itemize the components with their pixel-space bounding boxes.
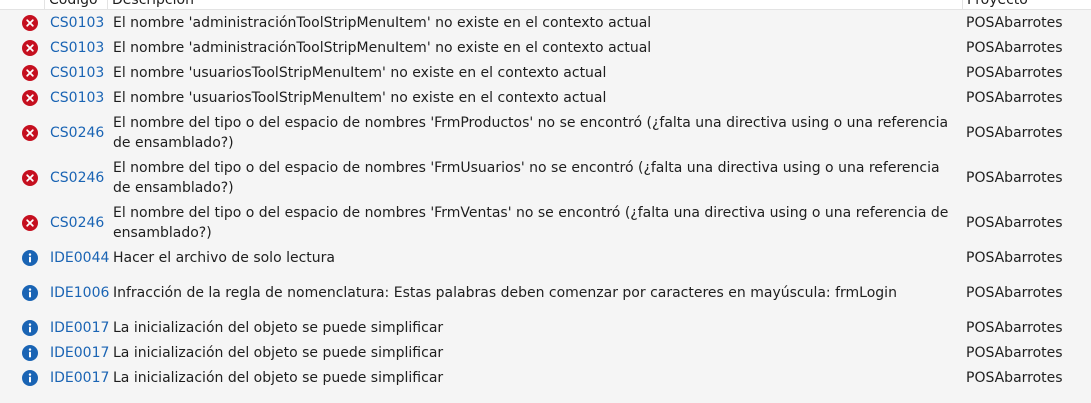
error-description: El nombre del tipo o del espacio de nomb… [113,159,940,196]
project-name: POSAbarrotes [966,89,1063,106]
error-code-link[interactable]: CS0246 [50,214,104,232]
project-name: POSAbarrotes [966,64,1063,81]
table-row[interactable]: CS0246 El nombre del tipo o del espacio d… [0,200,1091,245]
table-row[interactable]: CS0246 El nombre del tipo o del espacio d… [0,155,1091,200]
error-rows: CS0103 El nombre 'administraciónToolStrip… [0,10,1091,390]
error-description: El nombre del tipo o del espacio de nomb… [113,204,949,241]
error-description: El nombre del tipo o del espacio de nomb… [113,114,949,151]
project-name: POSAbarrotes [966,249,1063,266]
project-name: POSAbarrotes [966,284,1063,301]
info-icon [22,249,38,266]
error-description: El nombre 'administraciónToolStripMenuIt… [113,39,652,56]
column-header-severity[interactable] [0,0,44,9]
table-row[interactable]: CS0103 El nombre 'usuariosToolStripMenuIt… [0,85,1091,110]
project-name: POSAbarrotes [966,39,1063,56]
table-row[interactable]: CS0246 El nombre del tipo o del espacio d… [0,110,1091,155]
error-icon [22,169,38,186]
table-row[interactable]: CS0103 El nombre 'administraciónToolStrip… [0,10,1091,35]
table-row[interactable]: IDE0044 Hacer el archivo de solo lectura P… [0,245,1091,270]
error-code-link[interactable]: IDE1006 [50,284,109,302]
error-code-link[interactable]: CS0103 [50,64,104,82]
error-icon [22,14,38,31]
info-icon [22,319,38,336]
project-name: POSAbarrotes [966,344,1063,361]
project-name: POSAbarrotes [966,214,1063,231]
table-row[interactable]: CS0103 El nombre 'usuariosToolStripMenuIt… [0,60,1091,85]
error-icon [22,89,38,106]
error-code-link[interactable]: IDE0044 [50,249,109,267]
project-name: POSAbarrotes [966,169,1063,186]
error-description: Infracción de la regla de nomenclatura: … [113,284,897,301]
table-row[interactable]: IDE0017 La inicialización del objeto se p… [0,340,1091,365]
info-icon [22,284,38,301]
error-description: El nombre 'usuariosToolStripMenuItem' no… [113,89,607,106]
project-name: POSAbarrotes [966,319,1063,336]
error-code-link[interactable]: CS0103 [50,14,104,32]
info-icon [22,369,38,386]
column-header-description[interactable]: Descripción [107,0,962,9]
error-code-link[interactable]: IDE0017 [50,344,109,362]
error-list-panel: Código Descripción Proyecto CS0103 El nom… [0,0,1091,403]
column-header-code[interactable]: Código [44,0,107,9]
error-code-link[interactable]: CS0103 [50,39,104,57]
error-code-link[interactable]: IDE0017 [50,369,109,387]
table-row[interactable]: IDE0017 La inicialización del objeto se p… [0,365,1091,390]
error-description: Hacer el archivo de solo lectura [113,249,335,266]
project-name: POSAbarrotes [966,124,1063,141]
error-description: La inicialización del objeto se puede si… [113,319,444,336]
error-description: El nombre 'usuariosToolStripMenuItem' no… [113,64,607,81]
error-description: La inicialización del objeto se puede si… [113,344,444,361]
error-description: La inicialización del objeto se puede si… [113,369,444,386]
error-description: El nombre 'administraciónToolStripMenuIt… [113,14,652,31]
column-header-project[interactable]: Proyecto [962,0,1091,9]
info-icon [22,344,38,361]
table-row[interactable]: IDE1006 Infracción de la regla de nomencl… [0,270,1091,315]
error-icon [22,214,38,231]
error-code-link[interactable]: CS0246 [50,124,104,142]
table-row[interactable]: IDE0017 La inicialización del objeto se p… [0,315,1091,340]
project-name: POSAbarrotes [966,369,1063,386]
project-name: POSAbarrotes [966,14,1063,31]
error-icon [22,64,38,81]
error-code-link[interactable]: IDE0017 [50,319,109,337]
column-header: Código Descripción Proyecto [0,0,1091,10]
table-row[interactable]: CS0103 El nombre 'administraciónToolStrip… [0,35,1091,60]
error-code-link[interactable]: CS0103 [50,89,104,107]
error-icon [22,39,38,56]
error-code-link[interactable]: CS0246 [50,169,104,187]
error-icon [22,124,38,141]
